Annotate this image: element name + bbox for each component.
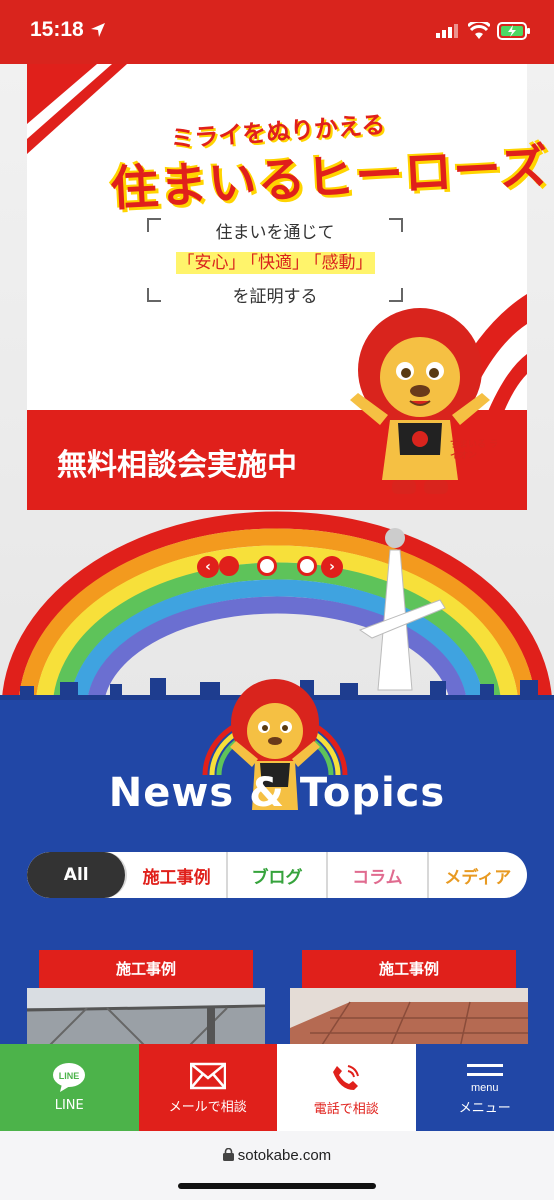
nav-line-button[interactable]: LINE LINE <box>0 1044 139 1131</box>
mission-word-1: 「安心」 <box>175 252 248 274</box>
filter-tab-construction[interactable]: 施工事例 <box>127 852 228 898</box>
browser-url: sotokabe.com <box>237 1147 332 1164</box>
browser-url-bar[interactable]: sotokabe.com <box>0 1131 554 1200</box>
nav-line-label: LINE <box>54 1098 84 1113</box>
nav-phone-button[interactable]: 電話で相談 <box>277 1044 416 1131</box>
location-arrow-icon <box>91 23 105 37</box>
mail-icon <box>189 1062 226 1090</box>
news-card-2-image[interactable] <box>290 988 528 1048</box>
mission-line-3: を証明する <box>232 287 318 307</box>
news-card-1-image[interactable] <box>27 988 265 1048</box>
mission-line-1: 住まいを通じて <box>215 223 335 243</box>
status-bar: 15:18 <box>0 0 554 64</box>
filter-tab-media[interactable]: メディア <box>429 852 527 898</box>
nav-menu-label: メニュー <box>458 1101 511 1116</box>
svg-text:LINE: LINE <box>59 1071 80 1081</box>
carousel-dot-3[interactable] <box>297 556 317 576</box>
news-card-1-category[interactable]: 施工事例 <box>39 950 253 988</box>
carousel-dot-1[interactable] <box>219 556 239 576</box>
mission-word-2: 「快適」 <box>247 252 311 274</box>
status-time: 15:18 <box>30 18 84 41</box>
phone-icon <box>333 1065 360 1090</box>
news-section-title: News & Topics <box>108 770 446 816</box>
carousel-dot-2[interactable] <box>257 556 277 576</box>
menu-icon-text: menu <box>470 1082 499 1094</box>
lock-icon <box>222 1147 234 1161</box>
carousel-pagination: ‹ › <box>197 552 357 582</box>
nav-mail-button[interactable]: メールで相談 <box>138 1044 277 1131</box>
browser-url-text: sotokabe.com <box>0 1147 554 1164</box>
battery-charging-icon <box>497 22 530 40</box>
nav-phone-label: 電話で相談 <box>313 1102 379 1117</box>
filter-tab-column[interactable]: コラム <box>328 852 429 898</box>
mascot-caption: すまいる ライオン <box>450 440 499 461</box>
filter-tab-blog[interactable]: ブログ <box>228 852 329 898</box>
carousel-prev-arrow[interactable]: ‹ <box>197 556 219 578</box>
mission-line-2: 「安心」 「快適」 「感動」 <box>147 248 403 274</box>
banner-mission-box: 住まいを通じて 「安心」 「快適」 「感動」 を証明する <box>147 218 403 307</box>
lion-mascot-image <box>350 308 490 494</box>
nav-menu-button[interactable]: menu メニュー <box>415 1044 554 1131</box>
nav-mail-label: メールで相談 <box>168 1100 247 1115</box>
line-icon: LINE <box>53 1063 86 1092</box>
home-indicator <box>178 1183 376 1189</box>
mission-word-3: 「感動」 <box>311 252 375 274</box>
free-consultation-text: 無料相談会実施中 <box>57 448 297 483</box>
cellular-signal-icon <box>436 24 458 38</box>
news-filter-bar: All 施工事例 ブログ コラム メディア <box>27 852 527 898</box>
filter-tab-all[interactable]: All <box>27 852 128 898</box>
news-card-2-category[interactable]: 施工事例 <box>302 950 516 988</box>
carousel-next-arrow[interactable]: › <box>321 556 343 578</box>
bottom-navigation: LINE LINE メールで相談 電話で相談 menu メニュー <box>0 1044 554 1131</box>
wifi-icon <box>468 22 490 39</box>
